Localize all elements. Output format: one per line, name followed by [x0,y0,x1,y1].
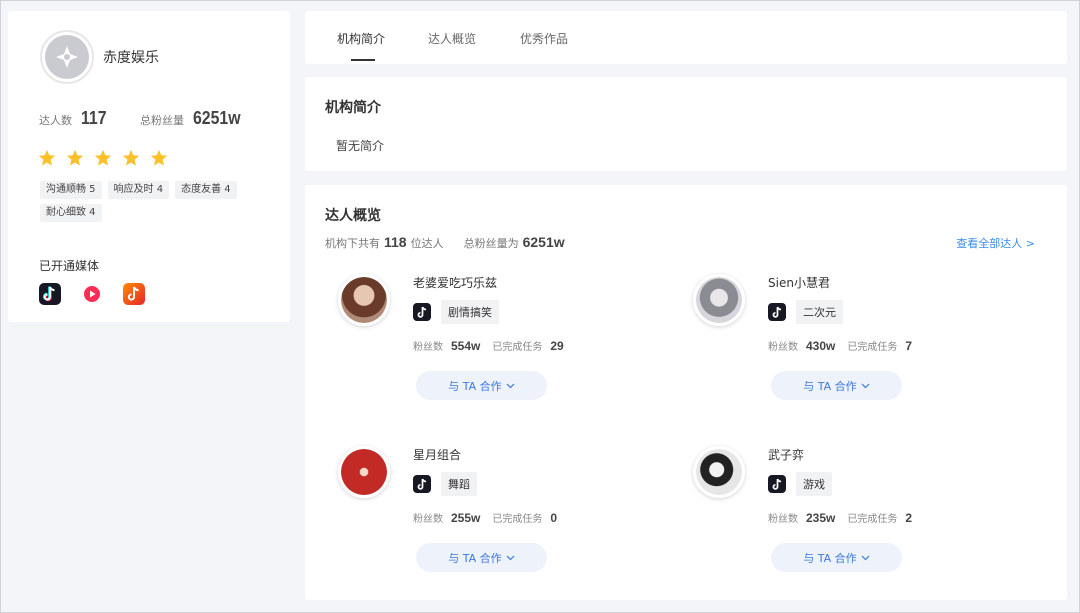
creators-count-value: 117 [81,108,107,128]
chevron-down-icon [506,555,515,560]
creator-stats: 粉丝数 255w 已完成任务 0 [413,510,569,525]
media-list [39,283,145,305]
org-avatar [40,30,94,84]
tasks-label: 已完成任务 [492,342,543,353]
douyin-huoshan-icon[interactable] [123,283,145,305]
tasks-value: 29 [550,339,564,353]
creator-platform: 舞蹈 [413,472,477,496]
creator-card: 老婆爱吃巧乐兹 剧情搞笑 粉丝数 554w 已完成任务 29 与 TA 合作 [338,274,638,414]
creator-card: Sien小慧君 二次元 粉丝数 430w 已完成任务 7 与 TA 合作 [693,274,993,414]
org-profile: 赤度娱乐 [40,30,159,84]
creator-platform: 剧情搞笑 [413,300,499,324]
creator-avatar[interactable] [338,274,390,326]
fans-total: 6251w [522,234,565,250]
star-icon [66,149,84,166]
tasks-value: 2 [905,511,913,525]
org-name: 赤度娱乐 [103,50,159,66]
creator-name[interactable]: 老婆爱吃巧乐兹 [413,274,497,291]
creator-category: 游戏 [796,472,832,496]
chevron-down-icon [506,383,515,388]
creator-name[interactable]: 星月组合 [413,446,461,463]
summary-prefix: 机构下共有 [325,237,380,250]
cooperate-button[interactable]: 与 TA 合作 [771,371,902,400]
tab-creators-overview[interactable]: 达人概览 [428,30,476,47]
creator-card: 武子弈 游戏 粉丝数 235w 已完成任务 2 与 TA 合作 [693,446,993,586]
creator-stats: 粉丝数 235w 已完成任务 2 [768,510,924,525]
douyin-icon[interactable] [39,283,61,305]
creator-card: 星月组合 舞蹈 粉丝数 255w 已完成任务 0 与 TA 合作 [338,446,638,586]
douyin-icon [768,475,786,493]
tasks-label: 已完成任务 [847,342,898,353]
tab-org-intro[interactable]: 机构简介 [337,30,385,47]
creators-overview-section: 达人概览 机构下共有 118 位达人 总粉丝量为 6251w 查看全部达人 > … [305,185,1067,600]
tasks-label: 已完成任务 [492,514,543,525]
total-fans-label: 总粉丝量 [140,114,185,127]
creator-avatar[interactable] [693,446,745,498]
cooperate-button-label: 与 TA 合作 [803,379,857,393]
chevron-down-icon [861,383,870,388]
cooperate-button[interactable]: 与 TA 合作 [771,543,902,572]
tasks-value: 0 [550,511,558,525]
creator-category: 剧情搞笑 [441,300,499,324]
star-icon [38,149,56,166]
rating-tag: 耐心细致 4 [40,204,102,222]
rating-tags: 沟通顺畅 5 响应及时 4 态度友善 4 耐心细致 4 [40,181,270,222]
creators-count-label: 达人数 [39,114,72,127]
creator-avatar[interactable] [338,446,390,498]
active-tab-indicator [351,59,375,61]
cooperate-button-label: 与 TA 合作 [448,551,502,565]
view-all-creators-link[interactable]: 查看全部达人 > [956,235,1035,251]
fans-value: 430w [806,339,836,353]
tab-bar: 机构简介 达人概览 优秀作品 [305,11,1067,64]
douyin-icon [768,303,786,321]
creator-avatar[interactable] [693,274,745,326]
cooperate-button[interactable]: 与 TA 合作 [416,543,547,572]
fans-label: 粉丝数 [768,514,798,525]
rating-tag: 响应及时 4 [107,181,170,199]
media-title: 已开通媒体 [39,259,100,273]
fans-value: 554w [451,339,481,353]
creator-count: 118 [384,234,407,250]
org-profile-card: 赤度娱乐 达人数 117 总粉丝量 6251w 沟通顺畅 5 响应及时 4 态度友善… [8,11,290,322]
rating-tag: 沟通顺畅 5 [40,181,102,199]
fans-prefix: 总粉丝量为 [463,237,519,250]
overview-title: 达人概览 [325,208,381,224]
creator-stats: 粉丝数 430w 已完成任务 7 [768,338,924,353]
tasks-value: 7 [905,339,913,353]
cooperate-button-label: 与 TA 合作 [803,551,857,565]
creator-category: 二次元 [796,300,843,324]
fans-label: 粉丝数 [413,514,443,525]
org-intro-section: 机构简介 暂无简介 [305,77,1067,171]
creator-name[interactable]: Sien小慧君 [768,274,830,291]
star-icon [150,149,168,166]
org-stats: 达人数 117 总粉丝量 6251w [39,108,247,129]
summary-unit: 位达人 [410,237,444,250]
cooperate-button[interactable]: 与 TA 合作 [416,371,547,400]
kuaishou-icon[interactable] [81,283,103,305]
douyin-icon [413,475,431,493]
intro-text: 暂无简介 [336,139,385,153]
fans-label: 粉丝数 [768,342,798,353]
star-icon [122,149,140,166]
tasks-label: 已完成任务 [847,514,898,525]
star-icon [94,149,112,166]
fans-value: 255w [451,511,481,525]
total-fans-value: 6251w [193,108,241,128]
creator-platform: 二次元 [768,300,843,324]
rating-stars [38,149,168,167]
cooperate-button-label: 与 TA 合作 [448,379,502,393]
org-logo-icon [45,35,89,79]
creator-platform: 游戏 [768,472,832,496]
creator-name[interactable]: 武子弈 [768,446,804,463]
overview-summary: 机构下共有 118 位达人 总粉丝量为 6251w [325,234,569,251]
douyin-icon [413,303,431,321]
rating-tag: 态度友善 4 [175,181,237,199]
fans-label: 粉丝数 [413,342,443,353]
creator-stats: 粉丝数 554w 已完成任务 29 [413,338,576,353]
chevron-down-icon [861,555,870,560]
tab-excellent-works[interactable]: 优秀作品 [520,30,568,47]
creator-category: 舞蹈 [441,472,477,496]
intro-title: 机构简介 [325,100,381,116]
fans-value: 235w [806,511,836,525]
